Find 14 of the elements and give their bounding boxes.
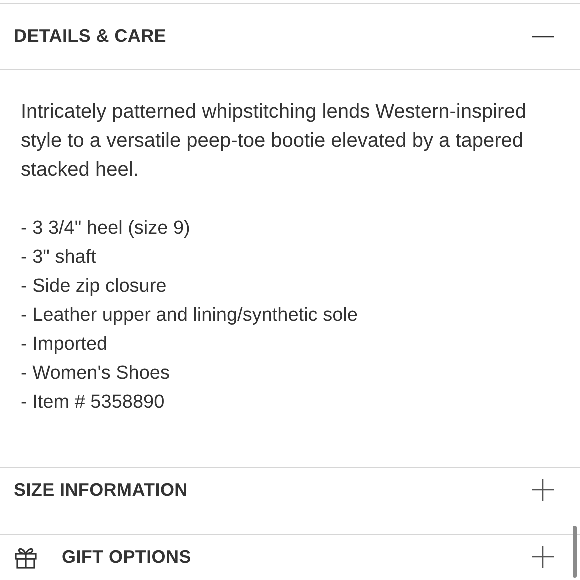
detail-item: - Women's Shoes	[21, 362, 172, 386]
accordion-header[interactable]: DETAILS & CARE	[0, 4, 580, 69]
scrollbar[interactable]	[573, 526, 577, 578]
detail-item: - Leather upper and lining/synthetic sole	[21, 304, 359, 328]
accordion-header[interactable]: GIFT OPTIONS	[0, 535, 580, 580]
accordion-header[interactable]: SIZE INFORMATION	[0, 468, 580, 534]
description-text: Intricately patterned whipstitching lends Western-inspired style to a versatile peep-toe bootie elevated by a tapered stacked heel.	[21, 100, 528, 183]
expand-icon	[532, 479, 554, 501]
detail-item: - 3" shaft	[21, 246, 98, 270]
detail-item: - Side zip closure	[21, 275, 168, 299]
detail-item: - Imported	[21, 333, 109, 357]
detail-item: - 3 3/4" heel (size 9)	[21, 217, 192, 241]
detail-item: - Item # 5358890	[21, 391, 166, 415]
expand-icon	[532, 546, 554, 568]
